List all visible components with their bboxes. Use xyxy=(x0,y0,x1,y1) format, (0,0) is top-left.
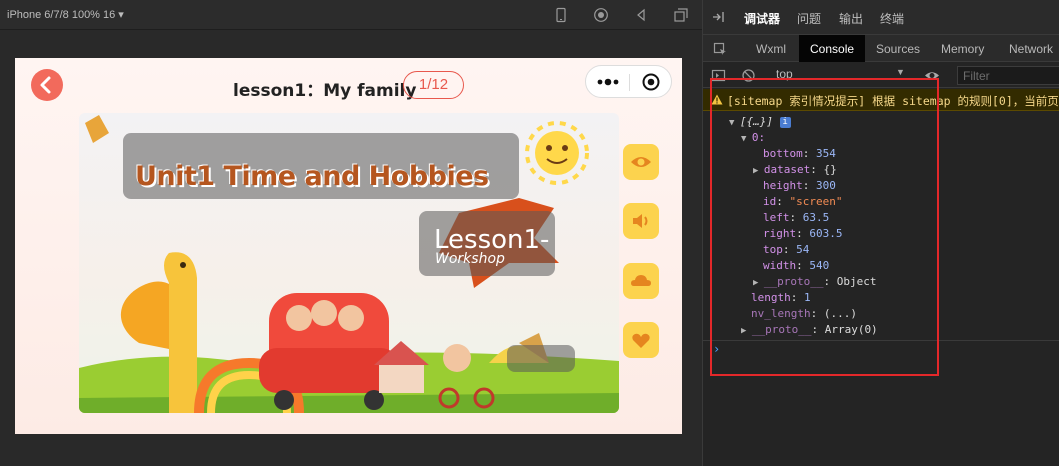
record-icon[interactable] xyxy=(593,7,609,23)
tab-terminal[interactable]: 终端 xyxy=(880,10,904,27)
device-selector[interactable]: iPhone 6/7/8 100% 16 ▾ xyxy=(7,8,124,21)
slide-screen[interactable]: Unit1 Time and Hobbies Lesson1- Workshop xyxy=(79,113,619,413)
favorite-button[interactable] xyxy=(623,322,659,358)
highlight-box xyxy=(710,78,939,376)
devtools-top-bar: 调试器 问题 输出 终端 xyxy=(703,0,1059,34)
phone-icon[interactable] xyxy=(553,7,569,23)
capsule-divider xyxy=(629,74,630,91)
tab-wxml[interactable]: Wxml xyxy=(756,42,786,56)
speaker-icon xyxy=(633,214,648,228)
tab-issues[interactable]: 问题 xyxy=(797,10,821,27)
simulator-panel: iPhone 6/7/8 100% 16 ▾ lesson1：My family… xyxy=(0,0,702,466)
audio-button[interactable] xyxy=(623,203,659,239)
app-root: iPhone 6/7/8 100% 16 ▾ lesson1：My family… xyxy=(0,0,1059,466)
show-button[interactable] xyxy=(623,144,659,180)
more-icon[interactable] xyxy=(595,75,621,89)
eye-icon xyxy=(631,157,651,167)
filter-input[interactable] xyxy=(958,67,1059,85)
tab-debugger[interactable]: 调试器 xyxy=(744,10,780,27)
inspect-element-icon[interactable] xyxy=(713,42,727,56)
simulator-toolbar: iPhone 6/7/8 100% 16 ▾ xyxy=(0,0,702,30)
phone-screen: lesson1：My family 1/12 Unit1 Time and Ho… xyxy=(15,58,682,434)
filter-field[interactable] xyxy=(957,66,1059,85)
back-nav-icon[interactable] xyxy=(633,7,649,23)
mini-program-capsule xyxy=(585,65,672,98)
tab-output[interactable]: 输出 xyxy=(839,10,863,27)
detach-window-icon[interactable] xyxy=(673,7,689,23)
dropdown-arrow-icon[interactable]: ▼ xyxy=(896,67,905,77)
page-counter: 1/12 xyxy=(403,71,464,99)
slide-workshop-label: Workshop xyxy=(435,251,505,267)
slide-unit-title: Unit1 Time and Hobbies xyxy=(135,161,489,192)
step-into-icon[interactable] xyxy=(711,10,725,24)
chevron-left-icon xyxy=(40,76,51,94)
tab-memory[interactable]: Memory xyxy=(941,42,984,56)
sign-mask[interactable] xyxy=(507,345,575,372)
page-title: lesson1：My family xyxy=(233,81,417,101)
devtools-tabs: Wxml Console Sources Memory Network xyxy=(703,34,1059,62)
back-button[interactable] xyxy=(31,69,63,101)
heart-icon xyxy=(632,333,650,348)
tab-sources[interactable]: Sources xyxy=(876,42,920,56)
tab-network[interactable]: Network xyxy=(1009,42,1053,56)
close-program-icon[interactable] xyxy=(642,73,660,91)
cloud-icon xyxy=(631,275,651,286)
cloud-button[interactable] xyxy=(623,263,659,299)
tab-console[interactable]: Console xyxy=(810,42,854,56)
